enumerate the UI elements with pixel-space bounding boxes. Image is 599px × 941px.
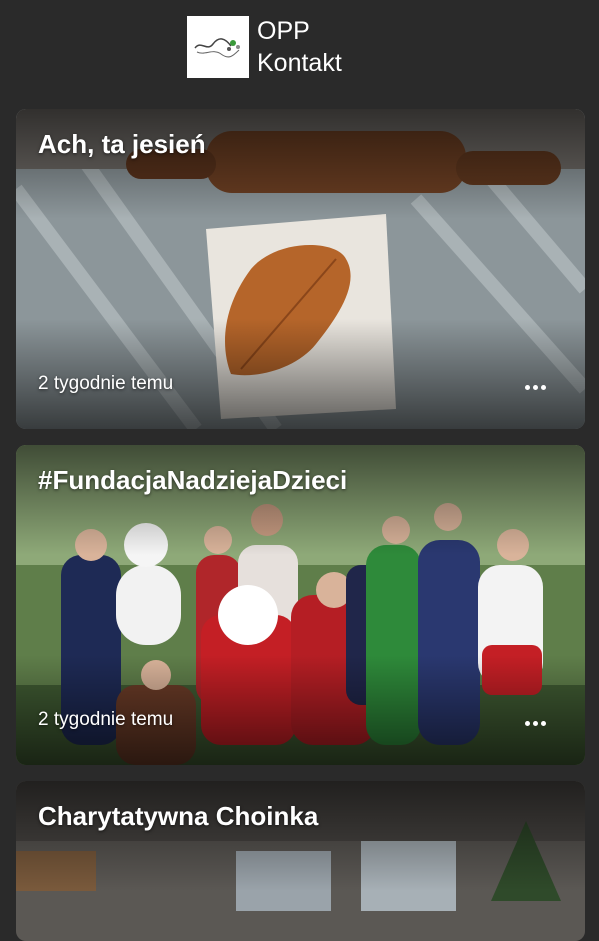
post-timestamp: 2 tygodnie temu — [38, 373, 174, 394]
more-dots-icon[interactable] — [525, 379, 551, 393]
more-dots-icon[interactable] — [525, 715, 551, 729]
post-title[interactable]: Ach, ta jesień — [38, 127, 565, 161]
site-logo[interactable] — [187, 16, 249, 78]
image-shade — [16, 445, 585, 555]
image-shade — [16, 781, 585, 891]
site-title-line2: Kontakt — [257, 49, 342, 77]
site-header: OPP Kontakt — [0, 0, 599, 96]
post-title[interactable]: #FundacjaNadziejaDzieci — [38, 463, 565, 497]
post-card[interactable]: #FundacjaNadziejaDzieci 2 tygodnie temu — [16, 445, 585, 765]
site-title[interactable]: OPP Kontakt — [257, 15, 342, 79]
post-card[interactable]: Charytatywna Choinka — [16, 781, 585, 941]
image-shade — [16, 109, 585, 219]
post-card[interactable]: Ach, ta jesień 2 tygodnie temu — [16, 109, 585, 429]
post-title[interactable]: Charytatywna Choinka — [38, 799, 565, 833]
logo-icon — [187, 16, 249, 78]
site-title-line1: OPP — [257, 17, 310, 45]
post-timestamp: 2 tygodnie temu — [38, 709, 174, 730]
